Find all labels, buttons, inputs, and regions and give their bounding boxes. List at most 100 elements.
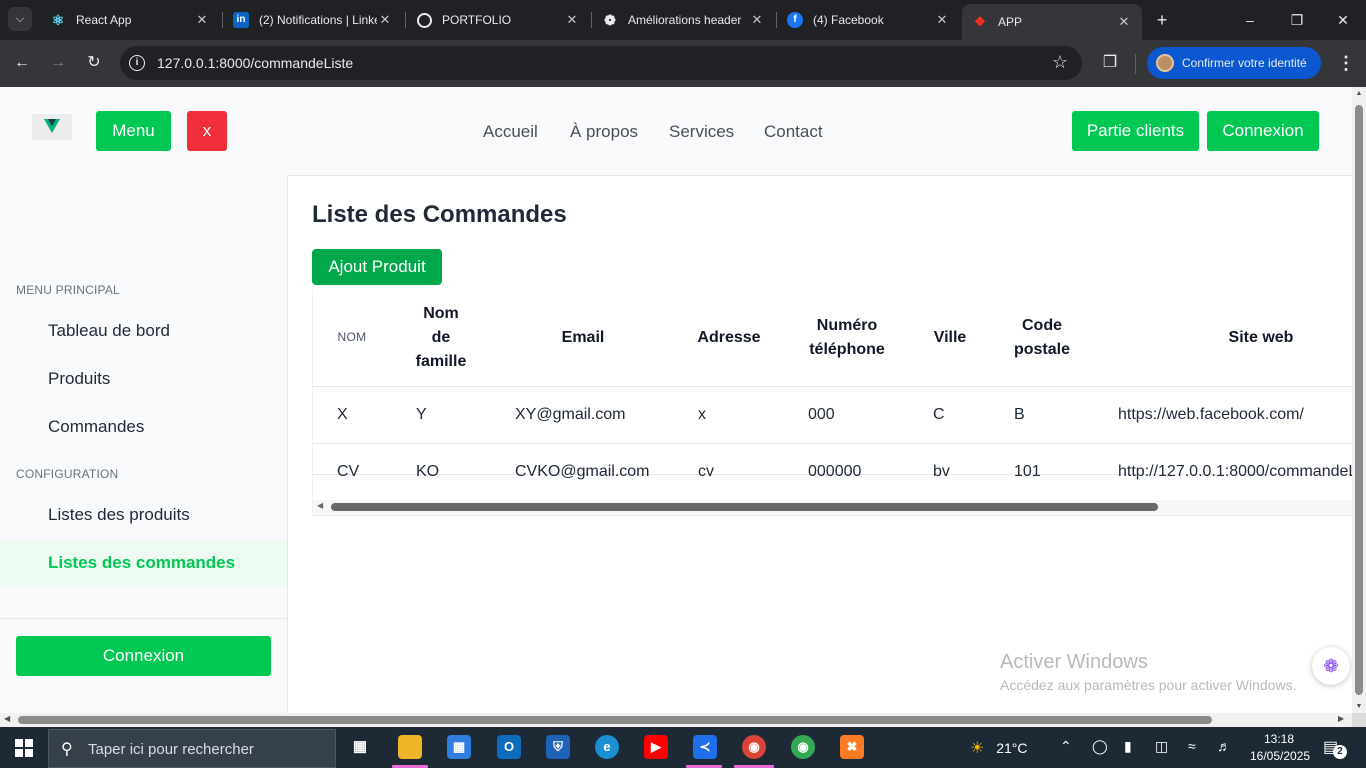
header-line: Nom: [423, 305, 459, 322]
close-icon[interactable]: ✕: [194, 12, 210, 28]
forward-button[interactable]: →: [46, 51, 70, 75]
header-line: Code: [1022, 317, 1062, 334]
wifi-icon[interactable]: ≈: [1188, 738, 1196, 754]
bookmark-star-icon[interactable]: ☆: [1052, 52, 1068, 73]
page-scrollbar-thumb[interactable]: [1355, 105, 1363, 695]
microphone-icon[interactable]: ▮: [1124, 738, 1132, 755]
laravel-icon: ❖: [974, 14, 986, 29]
col-header-ville: Ville: [933, 329, 967, 346]
extensions-icon[interactable]: ❒: [1098, 51, 1122, 75]
header-line: de: [431, 329, 451, 346]
scroll-left-arrow-icon[interactable]: ◀: [4, 714, 10, 723]
tab-ameliorations[interactable]: ❁ Améliorations header ✕: [592, 4, 775, 36]
sidebar-item-listes-des-commandes[interactable]: Listes des commandes: [0, 540, 287, 586]
tab-app[interactable]: ❖ APP ✕: [962, 4, 1142, 40]
tab-search-button[interactable]: ⌵: [8, 7, 32, 31]
menu-button[interactable]: Menu: [96, 111, 171, 151]
cell-email: CVKO@gmail.com: [515, 463, 650, 480]
windows-start-icon[interactable]: [15, 739, 33, 757]
close-icon[interactable]: ✕: [934, 12, 950, 28]
tab-facebook[interactable]: f (4) Facebook ✕: [777, 4, 960, 36]
sidebar-item-tableau-de-bord[interactable]: Tableau de bord: [0, 308, 287, 354]
notification-center-icon[interactable]: ▤ 2: [1323, 737, 1347, 759]
close-icon[interactable]: ✕: [749, 12, 765, 28]
sidebar-login-button[interactable]: Connexion: [16, 636, 271, 676]
sidebar: MENU PRINCIPAL Tableau de bord Produits …: [0, 175, 288, 713]
meet-now-icon[interactable]: ◯: [1092, 738, 1108, 755]
url-text[interactable]: 127.0.0.1:8000/commandeListe: [157, 55, 353, 71]
back-button[interactable]: ←: [10, 51, 34, 75]
site-info-icon[interactable]: i: [129, 55, 145, 71]
restore-button[interactable]: ❐: [1285, 8, 1309, 32]
browser-menu-icon[interactable]: ⋮: [1336, 51, 1356, 75]
address-bar[interactable]: i 127.0.0.1:8000/commandeListe ☆: [120, 46, 1082, 80]
sidebar-item-commandes[interactable]: Commandes: [0, 404, 287, 450]
tab-title: React App: [76, 13, 132, 27]
section-configuration: CONFIGURATION: [16, 467, 119, 481]
nav-a-propos[interactable]: À propos: [570, 122, 638, 142]
brain-extension-icon[interactable]: ❁: [1312, 647, 1350, 685]
new-tab-button[interactable]: +: [1150, 8, 1174, 32]
cell-nom: X: [337, 406, 348, 423]
page-hscrollbar-thumb[interactable]: [18, 716, 1212, 724]
nav-accueil[interactable]: Accueil: [483, 122, 538, 142]
scroll-up-arrow-icon[interactable]: ▲: [1355, 90, 1363, 97]
sidebar-item-produits[interactable]: Produits: [0, 356, 287, 402]
ms-store-icon[interactable]: ▦: [447, 735, 471, 759]
vscode-icon[interactable]: ≺: [693, 735, 717, 759]
scroll-left-arrow-icon[interactable]: ◀: [317, 501, 323, 510]
weather-icon: ☀: [970, 740, 985, 757]
col-header-telephone: Numéro téléphone: [797, 314, 897, 362]
close-icon[interactable]: ✕: [1116, 14, 1132, 30]
scroll-down-arrow-icon[interactable]: ▼: [1355, 703, 1363, 710]
col-header-adresse: Adresse: [697, 329, 761, 346]
tab-react-app[interactable]: ⚛ React App ✕: [40, 4, 220, 36]
orders-table: NOM Nom de famille Email Adresse Numéro …: [312, 290, 1352, 516]
cell-telephone: 000000: [808, 463, 862, 480]
xampp-icon[interactable]: ✖: [840, 735, 864, 759]
add-product-button[interactable]: Ajout Produit: [312, 249, 442, 285]
volume-icon[interactable]: ♬: [1217, 738, 1231, 754]
chrome-icon[interactable]: ◉: [791, 735, 815, 759]
cell-nom-de-famille: KO: [416, 463, 440, 480]
reload-button[interactable]: ↻: [82, 51, 106, 75]
nav-services[interactable]: Services: [669, 122, 734, 142]
page-horizontal-scrollbar[interactable]: ◀ ▶: [0, 713, 1352, 727]
cell-nom: CV: [337, 463, 360, 480]
header-line: postale: [1013, 341, 1070, 358]
close-window-button[interactable]: ✕: [1331, 8, 1355, 32]
tray-chevron-icon[interactable]: ⌃: [1060, 738, 1072, 755]
battery-icon[interactable]: ◫: [1155, 738, 1168, 755]
outlook-icon[interactable]: O: [497, 735, 521, 759]
vue-logo[interactable]: [32, 114, 72, 140]
page-vertical-scrollbar[interactable]: ▲ ▼: [1352, 87, 1366, 713]
close-icon[interactable]: ✕: [564, 12, 580, 28]
page-title: Liste des Commandes: [312, 201, 567, 228]
taskbar-clock[interactable]: 13:18 16/05/2025: [1250, 731, 1311, 765]
clock-date: 16/05/2025: [1250, 749, 1311, 763]
chrome-profile-icon[interactable]: ◉: [742, 735, 766, 759]
file-explorer-icon[interactable]: [398, 735, 422, 759]
table-horizontal-scrollbar[interactable]: ◀: [313, 500, 1352, 514]
windows-taskbar: ⚲ Taper ici pour rechercher ▦ ▦ O ⛨ e ▶ …: [0, 727, 1366, 768]
tab-portfolio[interactable]: PORTFOLIO ✕: [407, 4, 590, 36]
sidebar-item-listes-des-produits[interactable]: Listes des produits: [0, 492, 287, 538]
nav-contact[interactable]: Contact: [764, 122, 823, 142]
tab-linkedin[interactable]: in (2) Notifications | LinkedIn ✕: [223, 4, 403, 36]
close-icon[interactable]: ✕: [377, 12, 393, 28]
close-menu-button[interactable]: x: [187, 111, 227, 151]
youtube-icon[interactable]: ▶: [644, 735, 668, 759]
taskbar-search-box[interactable]: ⚲ Taper ici pour rechercher: [48, 729, 336, 768]
weather-widget[interactable]: ☀ 21°C: [970, 738, 1028, 758]
scroll-right-arrow-icon[interactable]: ▶: [1338, 714, 1344, 723]
cell-site-web: http://127.0.0.1:8000/commandeListe: [1118, 463, 1352, 480]
minimize-button[interactable]: –: [1238, 8, 1262, 32]
defender-icon[interactable]: ⛨: [546, 735, 570, 759]
edge-icon[interactable]: e: [595, 735, 619, 759]
task-view-icon[interactable]: ▦: [348, 735, 372, 759]
partie-clients-button[interactable]: Partie clients: [1072, 111, 1199, 151]
header-login-button[interactable]: Connexion: [1207, 111, 1319, 151]
identity-button[interactable]: Confirmer votre identité: [1147, 47, 1321, 79]
table-scrollbar-thumb[interactable]: [331, 503, 1158, 511]
taskbar-search-placeholder: Taper ici pour rechercher: [88, 741, 254, 758]
